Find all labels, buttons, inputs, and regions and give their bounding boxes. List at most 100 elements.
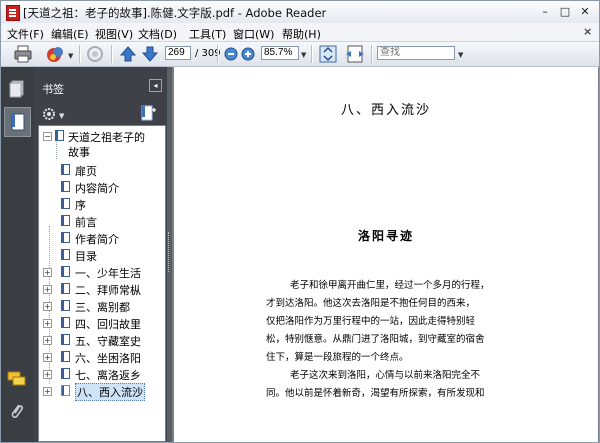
bookmarks-panel-title: 书签 <box>42 83 64 96</box>
bookmark-item[interactable]: 扉页 <box>39 162 165 179</box>
document-view[interactable]: 八、西入流沙 洛阳寻迹 老子和徐甲离开曲仁里，经过一个多月的行程， 才到达洛阳。… <box>172 67 599 442</box>
bookmark-item[interactable]: + 五、守藏室史 <box>39 332 165 349</box>
options-dropdown-chevron-icon[interactable]: ▼ <box>59 112 64 120</box>
bookmark-label: 作者简介 <box>75 233 119 246</box>
share-dropdown-chevron-icon[interactable]: ▼ <box>68 52 73 60</box>
bookmark-icon <box>61 334 70 345</box>
bookmark-icon <box>61 385 70 396</box>
bookmark-item[interactable]: 前言 <box>39 213 165 230</box>
zoom-dropdown-chevron-icon[interactable]: ▼ <box>301 51 306 59</box>
search-input[interactable] <box>377 46 455 60</box>
collapse-toggle-icon[interactable]: − <box>43 132 52 141</box>
bookmark-item[interactable]: + 三、离别都 <box>39 298 165 315</box>
paragraph-line: 住下，算是一段旅程的一个终点。 <box>266 352 409 363</box>
new-bookmark-icon[interactable] <box>140 105 158 121</box>
menu-window[interactable]: 窗口(W) <box>233 26 274 42</box>
bookmark-icon <box>61 164 70 175</box>
bookmark-item[interactable]: + 七、离洛返乡 <box>39 366 165 383</box>
bookmark-icon <box>61 317 70 328</box>
bookmark-label: 目录 <box>75 250 97 263</box>
expand-toggle-icon[interactable]: + <box>43 370 52 379</box>
paragraph-line: 老子和徐甲离开曲仁里，经过一个多月的行程， <box>290 280 490 291</box>
bookmark-label: 五、守藏室史 <box>75 335 141 348</box>
toolbar-separator <box>217 45 219 63</box>
bookmark-label: 前言 <box>75 216 97 229</box>
expand-toggle-icon[interactable]: + <box>43 319 52 328</box>
close-document-button[interactable]: × <box>583 25 592 38</box>
expand-toggle-icon[interactable]: + <box>43 336 52 345</box>
close-window-button[interactable]: ✕ <box>577 4 593 19</box>
menu-view[interactable]: 视图(V) <box>95 26 133 42</box>
collaborate-icon[interactable] <box>85 45 105 63</box>
bookmark-item[interactable]: 目录 <box>39 247 165 264</box>
bookmark-item-selected[interactable]: + 八、西入流沙 <box>39 383 165 401</box>
paragraph-line: 才到达洛阳。他这次去洛阳是不抱任何目的西来， <box>266 298 476 309</box>
expand-toggle-icon[interactable]: + <box>43 285 52 294</box>
toolbar-separator <box>311 45 313 63</box>
search-dropdown-chevron-icon[interactable]: ▼ <box>458 51 463 59</box>
collapse-panel-button[interactable]: ◂ <box>149 79 162 92</box>
bookmarks-panel-button[interactable] <box>4 107 31 137</box>
next-page-arrow-icon[interactable] <box>141 45 159 63</box>
bookmark-item[interactable]: + 四、回归故里 <box>39 315 165 332</box>
bookmark-label: 一、少年生活 <box>75 267 141 280</box>
title-bar: [天道之祖：老子的故事].陈健.文字版.pdf - Adobe Reader –… <box>1 1 599 24</box>
bookmark-tree: − 天道之祖老子的 故事 扉页 内容简介 序 前言 作者简介 目录 + 一、少年… <box>38 125 166 442</box>
expand-toggle-icon[interactable]: + <box>43 387 52 396</box>
fit-page-icon[interactable] <box>319 45 337 63</box>
zoom-out-icon[interactable] <box>224 45 238 63</box>
bookmark-icon <box>55 130 64 141</box>
bookmark-label: 七、离洛返乡 <box>75 369 141 382</box>
options-gear-icon[interactable] <box>42 107 58 121</box>
window-title: [天道之祖：老子的故事].陈健.文字版.pdf - Adobe Reader <box>23 6 327 20</box>
print-icon[interactable] <box>13 45 33 63</box>
section-title: 洛阳寻迹 <box>357 229 414 243</box>
bookmark-label: 八、西入流沙 <box>75 383 145 401</box>
maximize-button[interactable]: □ <box>557 4 573 19</box>
zoom-level-input[interactable] <box>261 46 299 60</box>
fit-width-icon[interactable] <box>345 45 365 63</box>
menu-help[interactable]: 帮助(H) <box>282 26 321 42</box>
menu-edit[interactable]: 编辑(E) <box>51 26 89 42</box>
expand-toggle-icon[interactable]: + <box>43 268 52 277</box>
bookmark-item[interactable]: 序 <box>39 196 165 213</box>
pages-panel-icon[interactable] <box>7 79 27 99</box>
bookmark-item[interactable]: 内容简介 <box>39 179 165 196</box>
bookmark-label: 内容简介 <box>75 182 119 195</box>
menu-document[interactable]: 文档(D) <box>138 26 177 42</box>
bookmark-item[interactable]: 作者简介 <box>39 230 165 247</box>
bookmark-label: 四、回归故里 <box>75 318 141 331</box>
menu-tools[interactable]: 工具(T) <box>189 26 226 42</box>
zoom-in-icon[interactable] <box>241 45 255 63</box>
chapter-title: 八、西入流沙 <box>340 103 431 118</box>
bookmark-icon <box>61 215 70 226</box>
menu-file[interactable]: 文件(F) <box>7 26 44 42</box>
pdf-app-icon <box>6 5 20 21</box>
bookmark-icon <box>61 232 70 243</box>
menu-bar: 文件(F) 编辑(E) 视图(V) 文档(D) 工具(T) 窗口(W) 帮助(H… <box>1 23 599 42</box>
paragraph-line: 同。他以前是怀着新奇，渴望有所探索，有所发现和 <box>266 388 485 399</box>
expand-toggle-icon[interactable]: + <box>43 353 52 362</box>
bookmark-item[interactable]: + 一、少年生活 <box>39 264 165 281</box>
attachments-paperclip-icon[interactable] <box>7 401 27 421</box>
bookmark-label: 六、坐困洛阳 <box>75 352 141 365</box>
comments-icon[interactable] <box>7 369 27 389</box>
paragraph-line: 松，特别惬意。从鼎门进了洛阳城，到守藏室的宿舍 <box>266 334 485 345</box>
pdf-page: 八、西入流沙 洛阳寻迹 老子和徐甲离开曲仁里，经过一个多月的行程， 才到达洛阳。… <box>174 67 598 442</box>
paragraph-line: 仅把洛阳作为万里行程中的一站，因此走得特别轻 <box>266 316 476 327</box>
bookmark-item[interactable]: + 六、坐困洛阳 <box>39 349 165 366</box>
bookmark-label: 二、拜师常枞 <box>75 284 141 297</box>
previous-page-arrow-icon[interactable] <box>119 45 137 63</box>
bookmark-item[interactable]: + 二、拜师常枞 <box>39 281 165 298</box>
paragraph-line: 老子这次来到洛阳，心情与以前来洛阳完全不 <box>290 370 481 381</box>
toolbar: ▼ / 309 ▼ <box>1 42 599 67</box>
page-number-input[interactable] <box>165 46 191 60</box>
share-icon[interactable] <box>45 45 65 63</box>
expand-toggle-icon[interactable]: + <box>43 302 52 311</box>
bookmark-item-continuation: 故事 <box>39 143 165 160</box>
bookmark-icon <box>61 181 70 192</box>
bookmark-icon <box>61 283 70 294</box>
bookmark-label: 三、离别都 <box>75 301 130 314</box>
bookmark-panel-icon <box>11 113 25 131</box>
minimize-button[interactable]: – <box>537 4 553 19</box>
